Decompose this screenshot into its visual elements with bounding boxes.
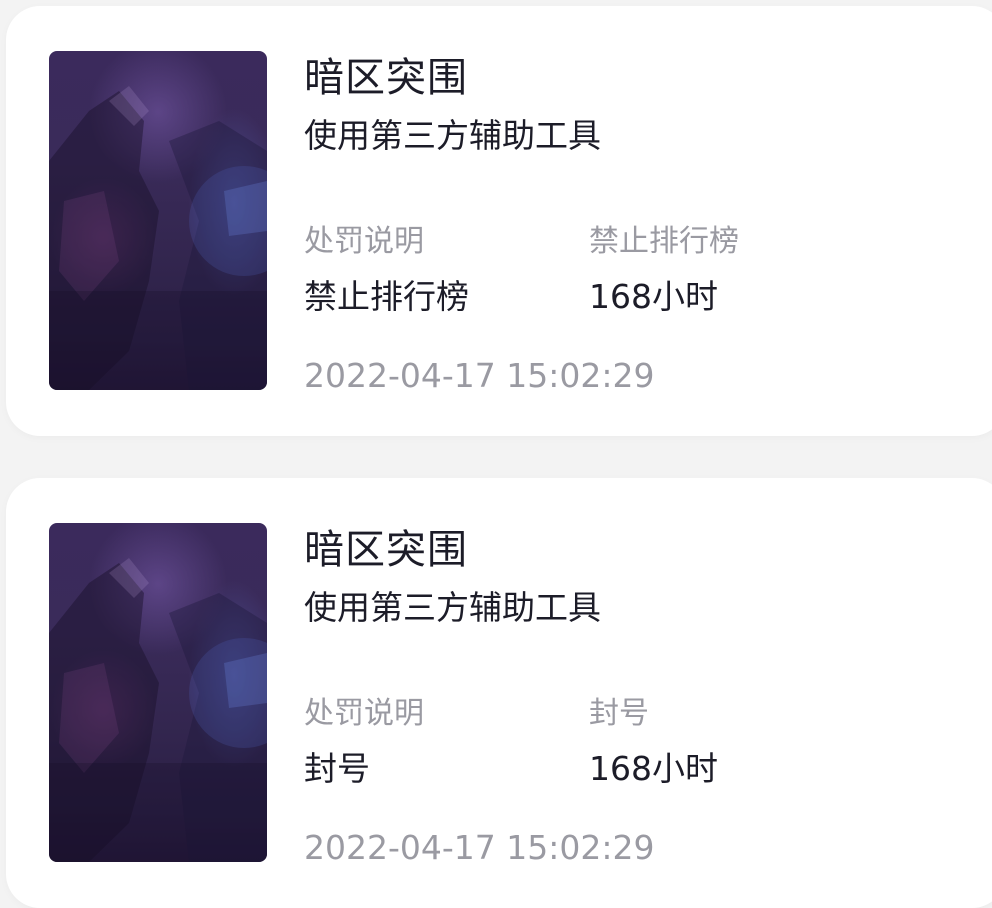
- penalty-value: 禁止排行榜: [304, 277, 469, 316]
- penalty-type-label: 封号: [589, 696, 649, 731]
- penalty-record-card[interactable]: 暗区突围 使用第三方辅助工具 处罚说明 禁止排行榜 禁止排行榜 168小时 20…: [6, 6, 992, 436]
- penalty-type-label: 禁止排行榜: [589, 224, 739, 259]
- record-timestamp: 2022-04-17 15:02:29: [304, 356, 655, 395]
- penalty-label: 处罚说明: [304, 696, 424, 731]
- game-thumbnail: [49, 523, 267, 862]
- game-thumbnail: [49, 51, 267, 390]
- violation-reason: 使用第三方辅助工具: [304, 116, 601, 155]
- record-timestamp: 2022-04-17 15:02:29: [304, 828, 655, 867]
- penalty-value: 封号: [304, 749, 370, 788]
- game-artwork-icon: [49, 86, 267, 390]
- game-title: 暗区突围: [304, 55, 468, 101]
- game-artwork-icon: [49, 558, 267, 862]
- penalty-duration: 168小时: [589, 749, 718, 788]
- penalty-duration: 168小时: [589, 277, 718, 316]
- game-title: 暗区突围: [304, 527, 468, 573]
- penalty-label: 处罚说明: [304, 224, 424, 259]
- violation-reason: 使用第三方辅助工具: [304, 588, 601, 627]
- penalty-record-card[interactable]: 暗区突围 使用第三方辅助工具 处罚说明 封号 封号 168小时 2022-04-…: [6, 478, 992, 908]
